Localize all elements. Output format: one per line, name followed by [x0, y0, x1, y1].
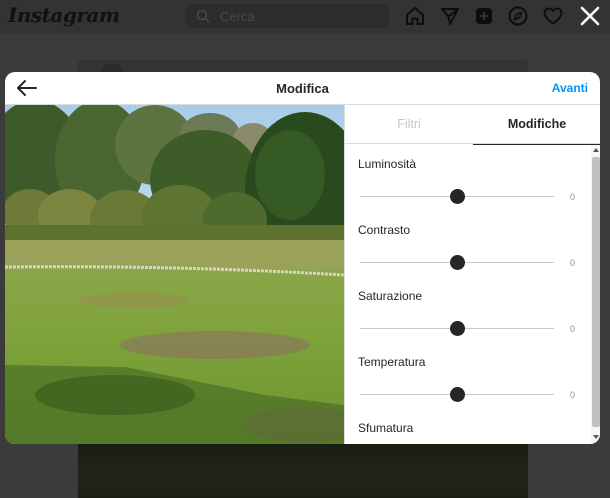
create-post-icon[interactable] [473, 5, 495, 27]
adjustment-value: 0 [570, 324, 576, 334]
adjustments-scrollbar[interactable] [591, 145, 600, 444]
photo-preview [5, 105, 344, 444]
adjustments-list: Luminosità 0 Contrasto 0 Saturazione 0 T… [345, 145, 591, 444]
activity-heart-icon[interactable] [542, 5, 564, 27]
adjustment-contrast: Contrasto 0 [345, 211, 591, 277]
search-input[interactable]: Cerca [220, 9, 255, 24]
scroll-up-arrow-icon[interactable] [593, 147, 599, 153]
scrollbar-thumb[interactable] [592, 157, 600, 427]
adjustment-label: Sfumatura [358, 421, 414, 435]
adjustment-label: Saturazione [358, 289, 423, 303]
adjustment-label: Luminosità [358, 157, 417, 171]
modal-header: Modifica Avanti [5, 72, 600, 105]
adjustment-brightness: Luminosità 0 [345, 145, 591, 211]
tab-adjustments[interactable]: Modifiche [473, 105, 600, 145]
adjustment-label: Temperatura [358, 355, 426, 369]
edit-tabs: Filtri Modifiche [345, 105, 600, 145]
adjustment-value: 0 [570, 192, 576, 202]
brightness-slider-thumb[interactable] [449, 189, 465, 204]
close-icon[interactable] [577, 3, 603, 29]
contrast-slider-thumb[interactable] [449, 255, 465, 270]
adjustment-value: 0 [570, 390, 576, 400]
scroll-down-arrow-icon[interactable] [593, 434, 599, 440]
temperature-slider-thumb[interactable] [449, 387, 465, 402]
adjustment-temperature: Temperatura 0 [345, 343, 591, 409]
adjustment-value: 0 [570, 258, 576, 268]
instagram-logo[interactable]: Instagram [8, 3, 120, 27]
edit-modal: Modifica Avanti Filtri Modifiche Luminos… [5, 72, 600, 444]
top-navigation-bar: Instagram Cerca [0, 0, 610, 34]
edit-panel: Filtri Modifiche Luminosità 0 Contrasto … [344, 105, 600, 444]
saturation-slider-thumb[interactable] [449, 321, 465, 336]
home-icon[interactable] [404, 5, 426, 27]
search-box[interactable]: Cerca [186, 4, 389, 28]
modal-title: Modifica [276, 81, 329, 96]
search-icon [196, 9, 210, 23]
adjustment-fade: Sfumatura 0 [345, 409, 591, 444]
next-button[interactable]: Avanti [552, 81, 588, 95]
direct-message-icon[interactable] [439, 5, 461, 27]
adjustment-saturation: Saturazione 0 [345, 277, 591, 343]
adjustment-label: Contrasto [358, 223, 411, 237]
background-post-photo [78, 444, 528, 498]
explore-icon[interactable] [507, 5, 529, 27]
tab-filters[interactable]: Filtri [345, 105, 473, 144]
